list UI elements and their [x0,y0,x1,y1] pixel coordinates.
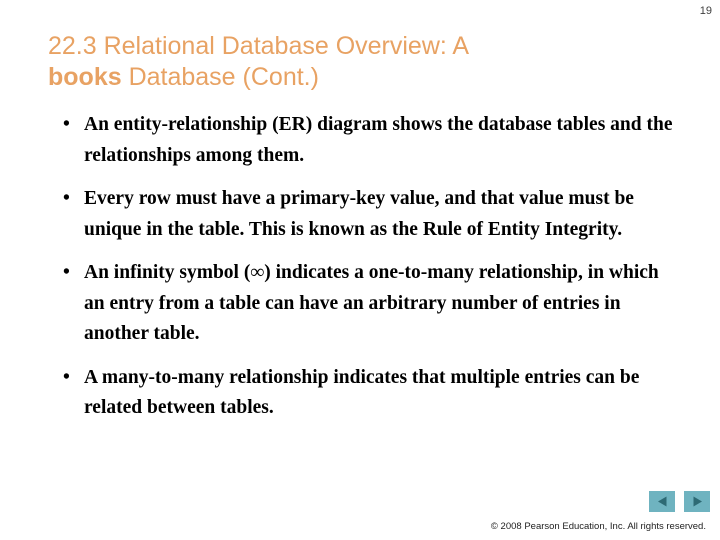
page-title-line1: 22.3 Relational Database Overview: A [48,31,470,60]
page-number: 19 [699,5,712,17]
page-title-code-term: books [48,62,122,91]
bullet-marker-icon: • [63,114,70,135]
list-item: • An infinity symbol (∞) indicates a one… [56,258,680,350]
triangle-left-icon [656,495,669,508]
previous-slide-button[interactable] [649,491,675,512]
list-item-text: An entity-relationship (ER) diagram show… [84,114,673,166]
bullet-marker-icon: • [63,366,70,388]
list-item-text: An infinity symbol (∞) indicates a one-t… [84,262,659,344]
list-item: • Every row must have a primary-key valu… [56,184,680,245]
slide-canvas: 19 22.3 Relational Database Overview: A … [0,0,720,540]
slide-navigation [649,491,710,512]
list-item: • A many-to-many relationship indicates … [56,363,680,424]
triangle-right-icon [691,495,704,508]
copyright-notice: © 2008 Pearson Education, Inc. All right… [490,521,706,532]
bullet-list: • An entity-relationship (ER) diagram sh… [56,110,680,424]
list-item: • An entity-relationship (ER) diagram sh… [56,110,680,171]
list-item-text: A many-to-many relationship indicates th… [84,366,640,419]
page-title-line2: Database (Cont.) [121,62,319,91]
bullet-marker-icon: • [63,262,70,283]
list-item-text: Every row must have a primary-key value,… [84,188,634,240]
bullet-marker-icon: • [63,188,70,209]
page-title: 22.3 Relational Database Overview: A boo… [48,31,648,93]
next-slide-button[interactable] [684,491,710,512]
